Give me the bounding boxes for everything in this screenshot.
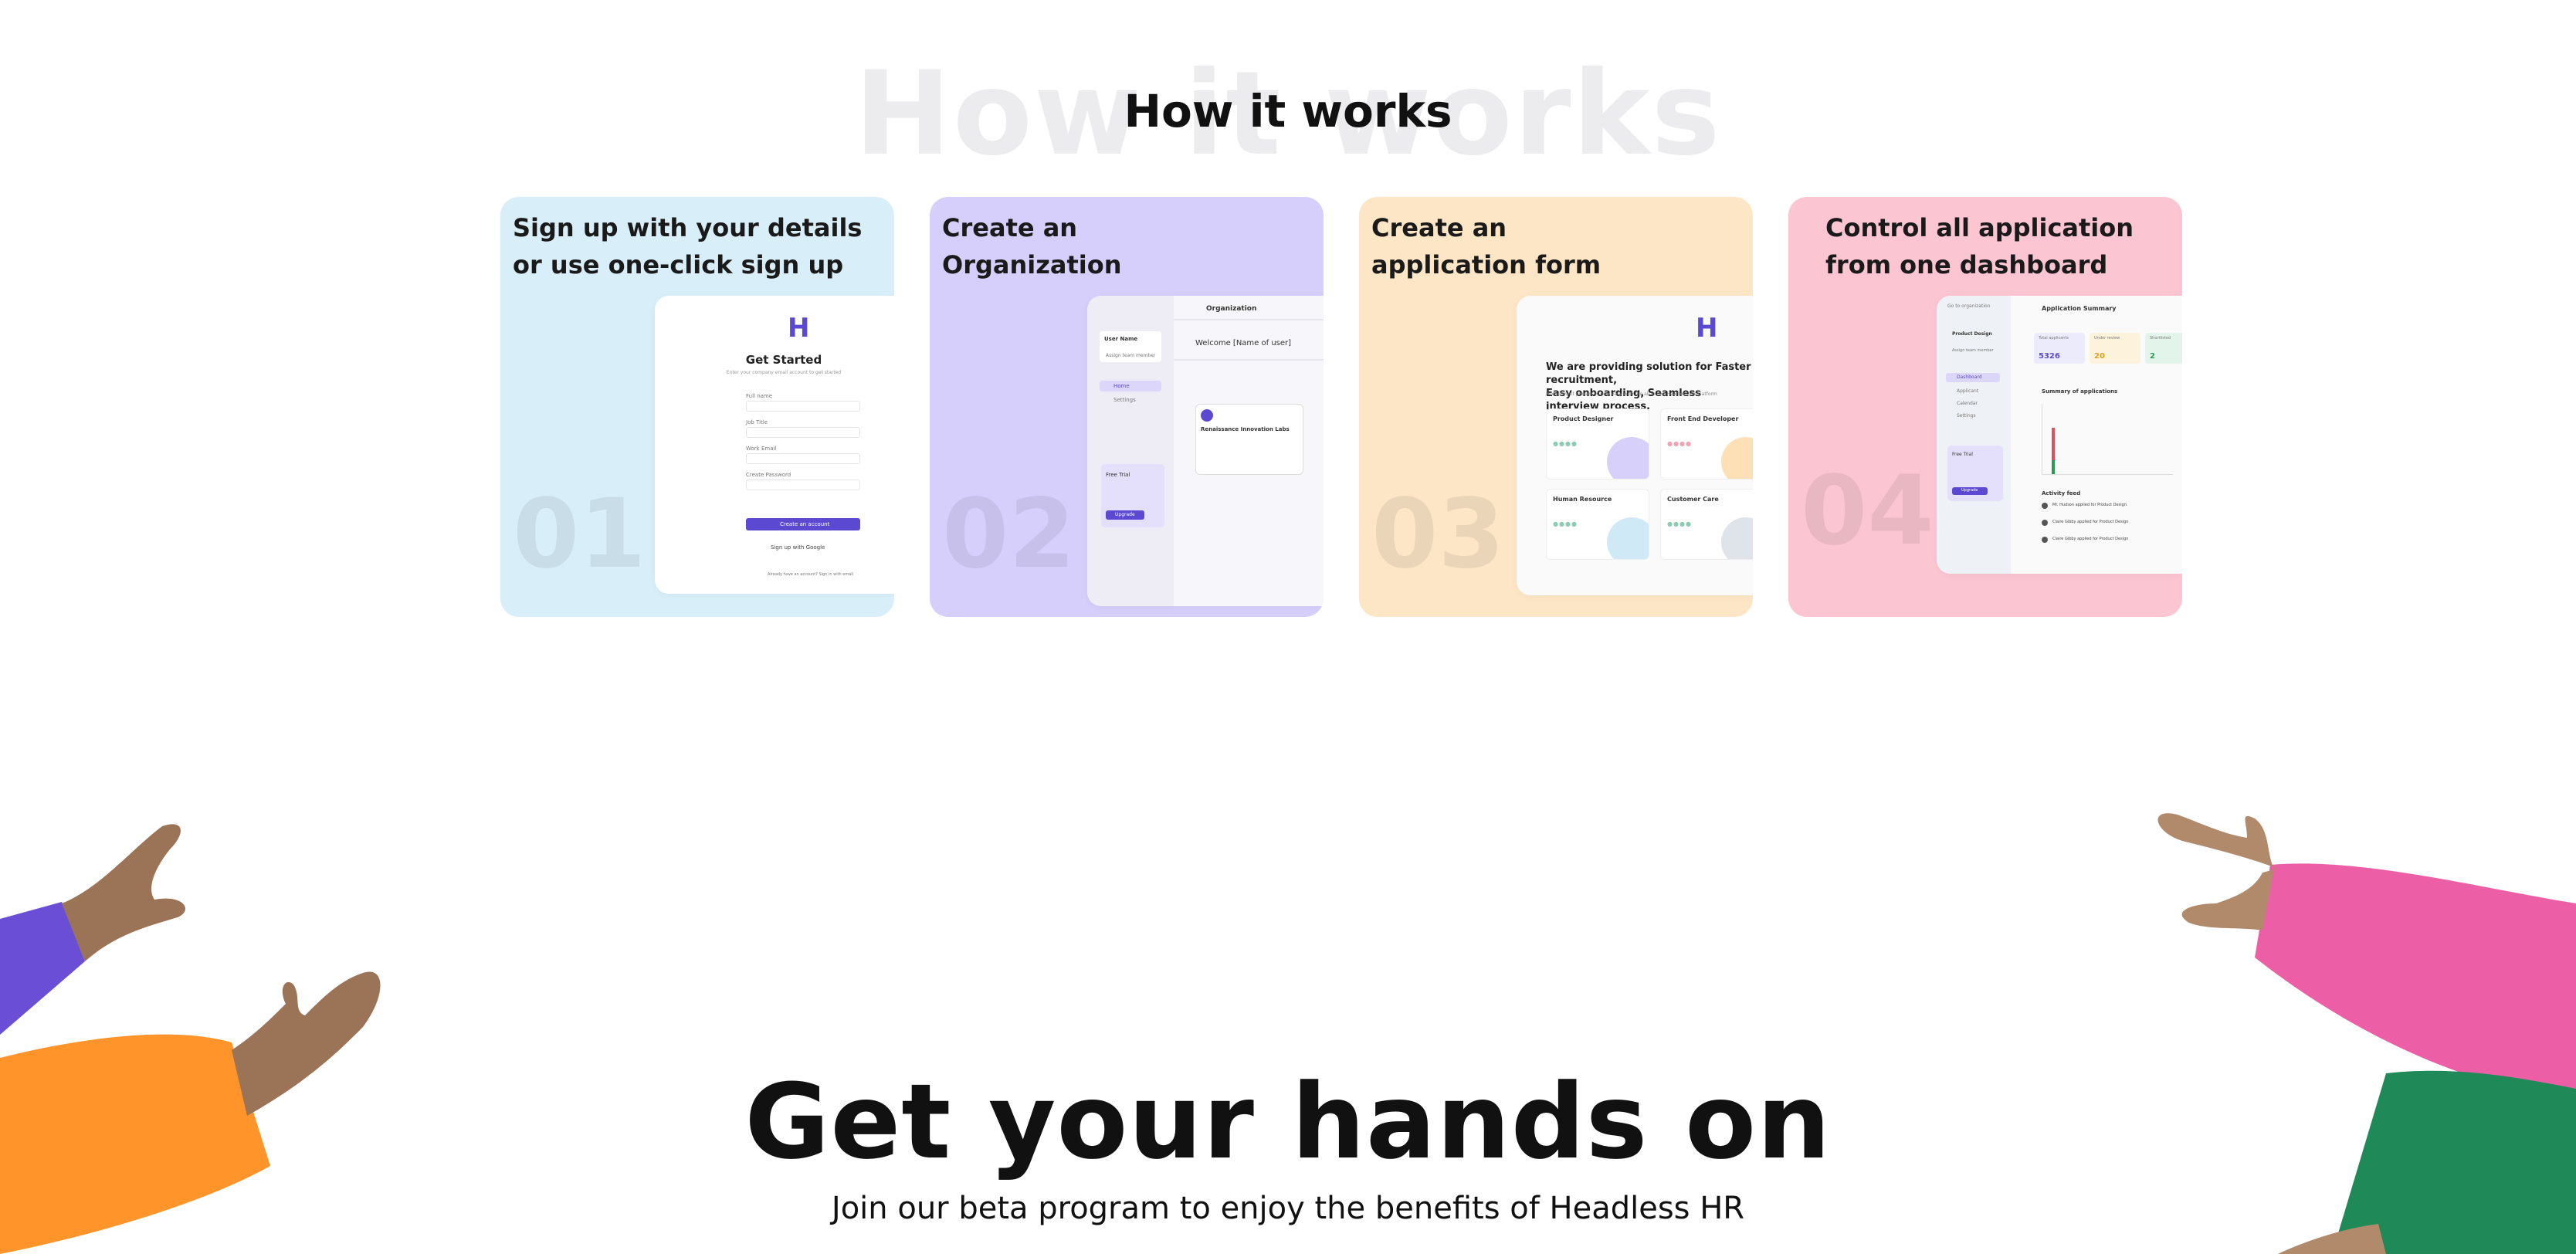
full-name-field[interactable]	[746, 401, 860, 412]
field-label: Create Password	[746, 472, 791, 478]
field-label: Job Title	[746, 419, 768, 425]
cta-subtitle: Join our beta program to enjoy the benef…	[831, 1191, 1745, 1226]
job-tile[interactable]: Product Designer ●●●●	[1546, 408, 1649, 480]
step-card-3: Create an application form 03 H We are p…	[1359, 197, 1753, 617]
section-title: How it works	[1124, 85, 1452, 137]
assign-member-link[interactable]: Assign team member	[1106, 353, 1155, 358]
mock-sidebar: User Name Assign team member Home Settin…	[1087, 296, 1174, 606]
left-hands-illustration	[0, 824, 381, 1254]
step-title: Sign up with your details or use one-cli…	[513, 213, 863, 280]
organization-name: Renaissance Innovation Labs	[1201, 426, 1290, 432]
sidebar-item-settings[interactable]: Settings	[1957, 413, 1976, 419]
stat-card: Total applicants 5326	[2034, 333, 2085, 364]
free-trial-panel: Free Trial Upgrade	[1947, 446, 2003, 501]
job-title-field[interactable]	[746, 427, 860, 438]
upgrade-button[interactable]: Upgrade	[1106, 510, 1144, 520]
mock-page-header: Application Summary	[2042, 305, 2117, 312]
right-hand-1	[2157, 813, 2278, 930]
organization-card[interactable]: Renaissance Innovation Labs	[1195, 404, 1303, 475]
avatar	[2042, 520, 2048, 526]
sidebar-item-home[interactable]: Home	[1113, 383, 1130, 389]
stat-card: Shortlisted 2	[2145, 333, 2182, 364]
mock-description: Recruitment process is now easy with the…	[1546, 391, 1717, 397]
avatar	[2042, 503, 2048, 509]
signin-link[interactable]: Already have an account? Sign in with em…	[768, 572, 853, 577]
free-trial-panel: Free Trial Upgrade	[1101, 464, 1164, 527]
mock-subheading: Enter your company email account to get …	[726, 370, 842, 375]
sidebar-item-applicant[interactable]: Applicant	[1957, 388, 1978, 394]
user-name: User Name	[1104, 336, 1138, 342]
activity-item: Claire Gibby applied for Product Design	[2052, 520, 2129, 524]
org-avatar	[1201, 409, 1213, 422]
sidebar-item-settings[interactable]: Settings	[1113, 397, 1136, 403]
activity-item: Mr. Hudson applied for Product Design	[2052, 503, 2127, 507]
mock-page-header: Organization	[1206, 305, 1257, 313]
welcome-text: Welcome [Name of user]	[1195, 339, 1292, 347]
step-title: Control all application from one dashboa…	[1825, 213, 2134, 280]
field-label: Full name	[746, 393, 773, 399]
mock-heading: Get Started	[745, 353, 822, 367]
mock-sidebar: Go to organization Product Design Assign…	[1937, 296, 2011, 574]
google-signup-button[interactable]: Sign up with Google	[771, 544, 825, 551]
chart-bar	[2052, 460, 2055, 474]
work-email-field[interactable]	[746, 453, 860, 464]
step-title: Create an Organization	[942, 213, 1122, 280]
job-tile[interactable]: Front End Developer ●●●●	[1660, 408, 1753, 480]
cta-title: Get your hands on	[744, 1062, 1832, 1182]
dashboard-mock-screen: Go to organization Product Design Assign…	[1937, 296, 2182, 574]
password-field[interactable]	[746, 480, 860, 490]
activity-feed-title: Activity feed	[2042, 490, 2081, 497]
step-card-1: Sign up with your details or use one-cli…	[500, 197, 894, 617]
step-title: Create an application form	[1371, 213, 1602, 280]
step-number: 04	[1801, 456, 1934, 567]
left-hand-1	[62, 824, 185, 961]
organization-mock-screen: User Name Assign team member Home Settin…	[1087, 296, 1324, 606]
job-tile[interactable]: Customer Care ●●●●	[1660, 489, 1753, 560]
job-tile[interactable]: Human Resource ●●●●	[1546, 489, 1649, 560]
upgrade-button[interactable]: Upgrade	[1952, 487, 1988, 495]
back-link[interactable]: Go to organization	[1947, 303, 1990, 309]
field-label: Work Email	[746, 446, 777, 452]
brand-logo-icon: H	[788, 313, 810, 344]
sidebar-item-calendar[interactable]: Calendar	[1957, 401, 1978, 406]
application-form-mock-screen: H We are providing solution for Faster r…	[1517, 296, 1753, 595]
right-hands-illustration	[2157, 813, 2576, 1254]
assign-member-link[interactable]: Assign team member	[1952, 348, 1994, 353]
signup-mock-screen: H Get Started Enter your company email a…	[655, 296, 894, 594]
avatar	[2042, 537, 2048, 543]
summary-chart	[2042, 404, 2173, 475]
mock-heading: We are providing solution for Faster rec…	[1546, 361, 1751, 412]
stat-card: Under review 20	[2090, 333, 2140, 364]
org-selector[interactable]: Product Design	[1952, 331, 1992, 337]
create-account-button[interactable]: Create an account	[746, 518, 860, 530]
summary-chart-title: Summary of applications	[2042, 388, 2118, 395]
brand-logo-icon: H	[1696, 313, 1718, 344]
step-number: 02	[942, 479, 1076, 590]
step-number: 01	[513, 479, 646, 590]
step-card-2: Create an Organization 02 User Name Assi…	[930, 197, 1324, 617]
step-card-4: Control all application from one dashboa…	[1788, 197, 2182, 617]
sidebar-item-dashboard[interactable]: Dashboard	[1957, 375, 1982, 380]
activity-item: Claire Gibby applied for Product Design	[2052, 537, 2129, 541]
step-number: 03	[1371, 479, 1505, 590]
